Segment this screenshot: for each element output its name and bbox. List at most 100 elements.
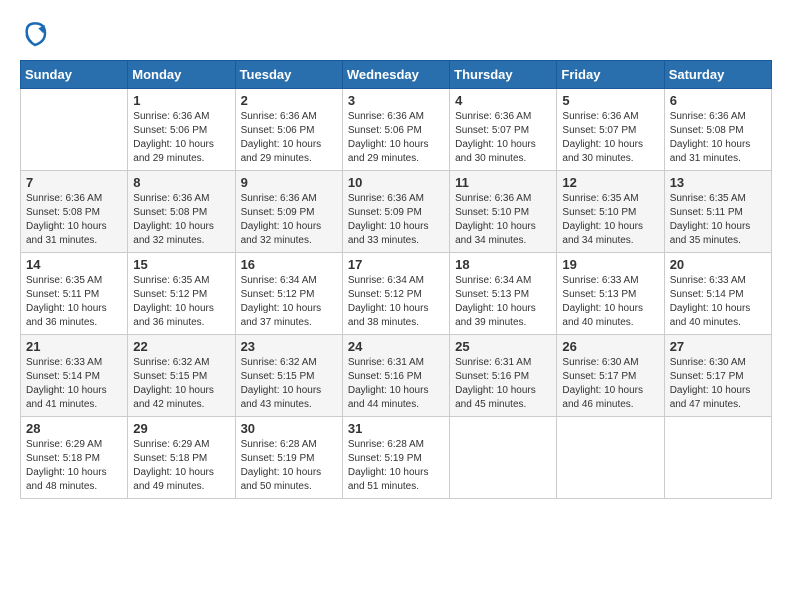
calendar-cell: 14 Sunrise: 6:35 AMSunset: 5:11 PMDayligh… [21,253,128,335]
calendar-cell: 31 Sunrise: 6:28 AMSunset: 5:19 PMDayligh… [342,417,449,499]
calendar-cell [557,417,664,499]
day-number: 4 [455,93,551,108]
day-info: Sunrise: 6:34 AMSunset: 5:12 PMDaylight:… [241,274,337,330]
calendar-cell: 3 Sunrise: 6:36 AMSunset: 5:06 PMDaylight… [342,89,449,171]
day-info: Sunrise: 6:35 AMSunset: 5:11 PMDaylight:… [26,274,122,330]
day-info: Sunrise: 6:31 AMSunset: 5:16 PMDaylight:… [348,356,444,412]
day-number: 1 [133,93,229,108]
day-info: Sunrise: 6:29 AMSunset: 5:18 PMDaylight:… [133,438,229,494]
day-number: 15 [133,257,229,272]
day-number: 5 [562,93,658,108]
calendar-cell: 26Sunrise: 6:30 AMSunset: 5:17 PMDayligh… [557,335,664,417]
day-info: Sunrise: 6:36 AMSunset: 5:10 PMDaylight:… [455,192,551,248]
calendar-cell: 19 Sunrise: 6:33 AMSunset: 5:13 PMDayligh… [557,253,664,335]
weekday-header-thursday: Thursday [450,61,557,89]
day-number: 27 [670,339,766,354]
day-number: 23 [241,339,337,354]
week-row-3: 14 Sunrise: 6:35 AMSunset: 5:11 PMDayligh… [21,253,772,335]
day-number: 13 [670,175,766,190]
day-number: 29 [133,421,229,436]
calendar-cell: 28 Sunrise: 6:29 AMSunset: 5:18 PMDayligh… [21,417,128,499]
weekday-header-tuesday: Tuesday [235,61,342,89]
day-number: 28 [26,421,122,436]
week-row-5: 28 Sunrise: 6:29 AMSunset: 5:18 PMDayligh… [21,417,772,499]
week-row-2: 7 Sunrise: 6:36 AMSunset: 5:08 PMDaylight… [21,171,772,253]
calendar-cell: 4 Sunrise: 6:36 AMSunset: 5:07 PMDaylight… [450,89,557,171]
weekday-header-monday: Monday [128,61,235,89]
day-info: Sunrise: 6:28 AMSunset: 5:19 PMDaylight:… [241,438,337,494]
calendar-cell: 8 Sunrise: 6:36 AMSunset: 5:08 PMDaylight… [128,171,235,253]
day-number: 30 [241,421,337,436]
week-row-4: 21 Sunrise: 6:33 AMSunset: 5:14 PMDayligh… [21,335,772,417]
day-number: 31 [348,421,444,436]
weekday-header-wednesday: Wednesday [342,61,449,89]
day-info: Sunrise: 6:33 AMSunset: 5:13 PMDaylight:… [562,274,658,330]
calendar-cell: 2 Sunrise: 6:36 AMSunset: 5:06 PMDaylight… [235,89,342,171]
day-info: Sunrise: 6:36 AMSunset: 5:07 PMDaylight:… [455,110,551,166]
day-info: Sunrise: 6:35 AMSunset: 5:12 PMDaylight:… [133,274,229,330]
day-info: Sunrise: 6:35 AMSunset: 5:10 PMDaylight:… [562,192,658,248]
day-info: Sunrise: 6:36 AMSunset: 5:06 PMDaylight:… [348,110,444,166]
day-number: 11 [455,175,551,190]
day-number: 17 [348,257,444,272]
calendar-cell [450,417,557,499]
day-info: Sunrise: 6:36 AMSunset: 5:08 PMDaylight:… [26,192,122,248]
day-info: Sunrise: 6:30 AMSunset: 5:17 PMDaylight:… [670,356,766,412]
day-number: 24 [348,339,444,354]
weekday-header-sunday: Sunday [21,61,128,89]
day-info: Sunrise: 6:33 AMSunset: 5:14 PMDaylight:… [670,274,766,330]
calendar-cell: 22 Sunrise: 6:32 AMSunset: 5:15 PMDayligh… [128,335,235,417]
day-number: 14 [26,257,122,272]
day-info: Sunrise: 6:35 AMSunset: 5:11 PMDaylight:… [670,192,766,248]
day-number: 8 [133,175,229,190]
calendar-cell: 25 Sunrise: 6:31 AMSunset: 5:16 PMDayligh… [450,335,557,417]
logo [20,20,54,50]
logo-icon [20,20,50,50]
day-info: Sunrise: 6:29 AMSunset: 5:18 PMDaylight:… [26,438,122,494]
calendar-cell: 23 Sunrise: 6:32 AMSunset: 5:15 PMDayligh… [235,335,342,417]
day-number: 19 [562,257,658,272]
day-number: 6 [670,93,766,108]
day-number: 21 [26,339,122,354]
calendar-cell: 5Sunrise: 6:36 AMSunset: 5:07 PMDaylight… [557,89,664,171]
calendar-cell: 17 Sunrise: 6:34 AMSunset: 5:12 PMDayligh… [342,253,449,335]
day-number: 25 [455,339,551,354]
calendar-cell: 18 Sunrise: 6:34 AMSunset: 5:13 PMDayligh… [450,253,557,335]
weekday-header-saturday: Saturday [664,61,771,89]
weekday-header-friday: Friday [557,61,664,89]
day-number: 10 [348,175,444,190]
day-info: Sunrise: 6:36 AMSunset: 5:08 PMDaylight:… [133,192,229,248]
day-number: 9 [241,175,337,190]
day-number: 2 [241,93,337,108]
page-header [20,20,772,50]
day-number: 22 [133,339,229,354]
day-info: Sunrise: 6:31 AMSunset: 5:16 PMDaylight:… [455,356,551,412]
day-info: Sunrise: 6:34 AMSunset: 5:13 PMDaylight:… [455,274,551,330]
calendar-cell: 9 Sunrise: 6:36 AMSunset: 5:09 PMDaylight… [235,171,342,253]
day-info: Sunrise: 6:36 AMSunset: 5:06 PMDaylight:… [241,110,337,166]
day-number: 20 [670,257,766,272]
calendar-cell [664,417,771,499]
calendar-cell: 27 Sunrise: 6:30 AMSunset: 5:17 PMDayligh… [664,335,771,417]
day-info: Sunrise: 6:32 AMSunset: 5:15 PMDaylight:… [241,356,337,412]
day-number: 7 [26,175,122,190]
day-info: Sunrise: 6:34 AMSunset: 5:12 PMDaylight:… [348,274,444,330]
calendar-cell: 1 Sunrise: 6:36 AMSunset: 5:06 PMDaylight… [128,89,235,171]
day-number: 26 [562,339,658,354]
day-number: 18 [455,257,551,272]
calendar-cell: 29 Sunrise: 6:29 AMSunset: 5:18 PMDayligh… [128,417,235,499]
day-number: 16 [241,257,337,272]
calendar-cell: 15 Sunrise: 6:35 AMSunset: 5:12 PMDayligh… [128,253,235,335]
day-info: Sunrise: 6:32 AMSunset: 5:15 PMDaylight:… [133,356,229,412]
calendar-cell: 7 Sunrise: 6:36 AMSunset: 5:08 PMDaylight… [21,171,128,253]
calendar-cell: 11 Sunrise: 6:36 AMSunset: 5:10 PMDayligh… [450,171,557,253]
calendar-cell: 24 Sunrise: 6:31 AMSunset: 5:16 PMDayligh… [342,335,449,417]
day-info: Sunrise: 6:28 AMSunset: 5:19 PMDaylight:… [348,438,444,494]
day-number: 3 [348,93,444,108]
calendar-cell: 13 Sunrise: 6:35 AMSunset: 5:11 PMDayligh… [664,171,771,253]
weekday-header-row: SundayMondayTuesdayWednesdayThursdayFrid… [21,61,772,89]
day-info: Sunrise: 6:36 AMSunset: 5:09 PMDaylight:… [241,192,337,248]
day-info: Sunrise: 6:33 AMSunset: 5:14 PMDaylight:… [26,356,122,412]
day-info: Sunrise: 6:36 AMSunset: 5:06 PMDaylight:… [133,110,229,166]
week-row-1: 1 Sunrise: 6:36 AMSunset: 5:06 PMDaylight… [21,89,772,171]
